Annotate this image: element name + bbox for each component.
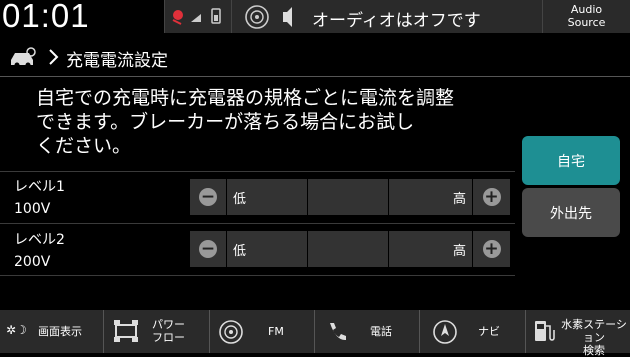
level2-label: レベル2 200V bbox=[14, 229, 65, 273]
ev-charge-icon bbox=[11, 47, 59, 68]
audio-source-button[interactable]: Audio Source bbox=[542, 0, 630, 33]
level2-increase-button[interactable]: + bbox=[473, 231, 510, 267]
minus-icon: − bbox=[199, 187, 217, 207]
level2-segment[interactable] bbox=[308, 231, 388, 267]
nav-phone-label: 電話 bbox=[370, 325, 392, 338]
level2-slider[interactable]: − 低 高 + bbox=[190, 231, 510, 267]
status-icons bbox=[164, 0, 231, 33]
divider bbox=[0, 275, 515, 276]
plus-icon: + bbox=[482, 239, 501, 259]
audio-status-panel[interactable]: オーディオはオフです bbox=[231, 0, 542, 33]
fuel-station-icon bbox=[535, 321, 555, 341]
power-flow-icon bbox=[114, 320, 138, 342]
level1-low-label: 低 bbox=[227, 179, 307, 215]
nav-fm-label: FM bbox=[268, 325, 284, 338]
level1-high-label: 高 bbox=[389, 179, 472, 215]
level2-decrease-button[interactable]: − bbox=[190, 231, 226, 267]
minus-icon: − bbox=[199, 239, 217, 259]
level1-voltage: 100V bbox=[14, 201, 51, 217]
phone-icon bbox=[330, 323, 346, 341]
status-icons-glyphs bbox=[172, 8, 221, 25]
nav-display-label: 画面表示 bbox=[38, 325, 82, 338]
navigation-icon bbox=[433, 320, 457, 344]
nav-hydrogen-station-label: 水素ステーション 検索 bbox=[561, 318, 627, 357]
level1-increase-button[interactable]: + bbox=[473, 179, 510, 215]
level2-high-label: 高 bbox=[389, 231, 472, 267]
nav-navi-label: ナビ bbox=[478, 325, 500, 338]
level1-label: レベル1 100V bbox=[14, 176, 65, 220]
nav-phone-button[interactable]: 電話 bbox=[315, 310, 420, 353]
level2-low-label: 低 bbox=[227, 231, 307, 267]
away-button[interactable]: 外出先 bbox=[522, 188, 620, 237]
nav-power-flow-button[interactable]: パワー フロー bbox=[104, 310, 210, 353]
radio-icon bbox=[219, 320, 243, 344]
divider bbox=[0, 171, 515, 172]
level1-slider[interactable]: − 低 高 + bbox=[190, 179, 510, 215]
level2-voltage: 200V bbox=[14, 254, 51, 270]
nav-fm-button[interactable]: FM bbox=[210, 310, 315, 353]
nav-navi-button[interactable]: ナビ bbox=[420, 310, 526, 353]
level1-name: レベル1 bbox=[14, 179, 65, 195]
radio-status-icon bbox=[245, 5, 292, 29]
level1-decrease-button[interactable]: − bbox=[190, 179, 226, 215]
divider bbox=[0, 76, 630, 77]
level2-name: レベル2 bbox=[14, 232, 65, 248]
breadcrumb: 充電電流設定 bbox=[0, 38, 630, 76]
nav-hydrogen-station-button[interactable]: 水素ステーション 検索 bbox=[526, 310, 630, 357]
description-text: 自宅での充電時に充電器の規格ごとに電流を調整 できます。ブレーカーが落ちる場合に… bbox=[36, 87, 455, 157]
audio-status-text: オーディオはオフです bbox=[312, 11, 481, 31]
divider bbox=[0, 223, 515, 224]
home-button[interactable]: 自宅 bbox=[522, 136, 620, 185]
clock: 01:01 bbox=[2, 0, 90, 34]
level1-segment[interactable] bbox=[308, 179, 388, 215]
nav-display-button[interactable]: ✲☽ 画面表示 bbox=[0, 310, 104, 353]
plus-icon: + bbox=[482, 187, 501, 207]
page-title: 充電電流設定 bbox=[66, 51, 168, 71]
bottom-nav: ✲☽ 画面表示 パワー フロー FM 電話 ナビ 水素ステーション 検索 bbox=[0, 310, 630, 357]
status-bar: 01:01 オーディオはオフです Audio Source bbox=[0, 0, 630, 34]
display-mode-icon: ✲☽ bbox=[6, 323, 27, 337]
nav-power-flow-label: パワー フロー bbox=[152, 318, 185, 344]
